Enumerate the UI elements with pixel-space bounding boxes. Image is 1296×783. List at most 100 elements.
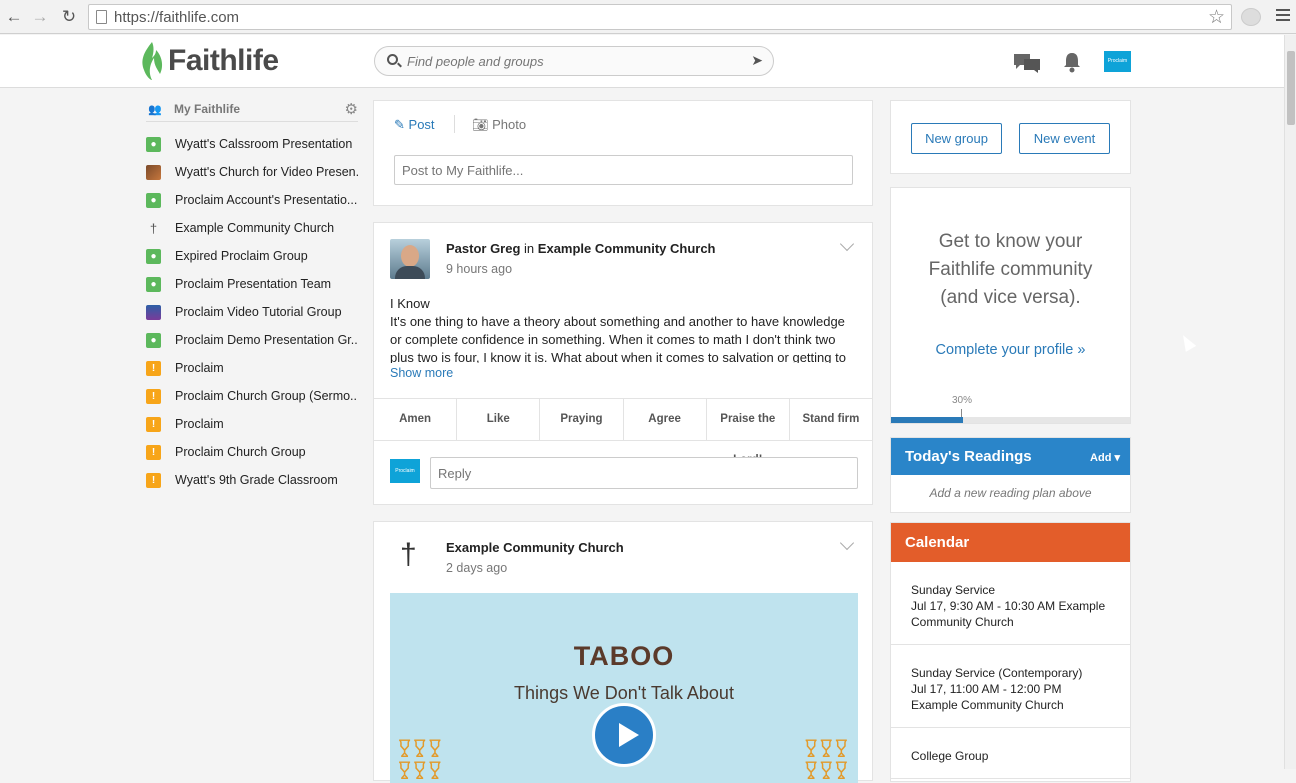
feed-post: † Example Community Church 2 days ago 𐃯𐃯… (373, 521, 873, 783)
sidebar-item[interactable]: ● Wyatt's Calssroom Presentation (146, 130, 358, 158)
group-icon: ● (146, 332, 161, 348)
sidebar-item[interactable]: ● Proclaim Presentation Team (146, 270, 358, 298)
people-icon: 👥 (148, 104, 162, 116)
extension-icon[interactable] (1241, 8, 1261, 26)
sidebar-item[interactable]: ● Proclaim Demo Presentation Gr... (146, 326, 358, 354)
new-group-button[interactable]: New group (911, 123, 1002, 154)
reaction-button[interactable]: Amen (374, 399, 458, 440)
group-link[interactable]: Example Community Church (538, 241, 716, 256)
profile-prompt-line: (and vice versa). (940, 287, 1081, 308)
proclaim-icon (146, 304, 161, 320)
video-player[interactable]: 𐃯𐃯𐃯 𐃯𐃯𐃯 𐃯𐃯𐃯 𐃯𐃯𐃯 TABOO Things We Don't Talk… (390, 593, 858, 783)
new-event-button[interactable]: New event (1019, 123, 1110, 154)
post-text: It's one thing to have a theory about so… (390, 314, 846, 363)
sidebar-item[interactable]: ! Proclaim Church Group (146, 438, 358, 466)
account-avatar[interactable]: Proclaim (1104, 51, 1131, 72)
author-link[interactable]: Pastor Greg (446, 241, 520, 256)
post-title: I Know (390, 296, 430, 311)
calendar-event[interactable]: Sunday Service (Contemporary) Jul 17, 11:… (891, 645, 1130, 728)
address-bar[interactable]: https://faithlife.com ☆ (88, 4, 1232, 30)
bookmark-star-icon[interactable]: ☆ (1208, 6, 1225, 29)
back-icon[interactable]: ← (4, 7, 24, 27)
gear-icon[interactable]: ⚙ (345, 100, 358, 118)
sidebar-item-label: Proclaim (175, 361, 224, 375)
reaction-button[interactable]: Praying (540, 399, 624, 440)
profile-prompt-line: Get to know your (938, 231, 1083, 252)
reply-input[interactable] (430, 457, 858, 489)
messages-icon[interactable] (1012, 52, 1042, 74)
warning-icon: ! (146, 472, 161, 488)
progress-fill (891, 417, 963, 423)
sidebar-item[interactable]: ! Proclaim (146, 354, 358, 382)
event-details: Jul 17, 11:00 AM - 12:00 PM Example Commu… (911, 681, 1110, 713)
search-box[interactable]: ➤ (374, 46, 774, 76)
calendar-card: Calendar Sunday Service Jul 17, 9:30 AM -… (890, 522, 1131, 782)
search-input[interactable] (407, 52, 737, 70)
video-subtitle: Things We Don't Talk About (514, 683, 734, 703)
event-time: Jul 17, 11:00 AM - 12:00 PM (911, 682, 1062, 696)
tab-photo[interactable]: 📷︎ Photo (472, 117, 526, 133)
browser-menu-icon[interactable] (1276, 9, 1290, 24)
play-button-icon[interactable] (592, 703, 656, 767)
calendar-event[interactable]: College Group (891, 728, 1130, 779)
sidebar-title[interactable]: My Faithlife (174, 102, 240, 116)
reload-icon[interactable]: ↻ (59, 7, 79, 27)
tab-post[interactable]: ✎ Post (394, 117, 435, 133)
sidebar: 👥 My Faithlife ⚙ ● Wyatt's Calssroom Pres… (146, 98, 358, 494)
calendar-event[interactable]: Sunday Service Jul 17, 9:30 AM - 10:30 AM… (891, 562, 1130, 645)
forward-icon[interactable]: → (30, 7, 50, 27)
add-reading-dropdown[interactable]: Add ▾ (1090, 451, 1120, 464)
logo-text: Faithlife (168, 44, 279, 77)
quick-actions: New group New event (890, 100, 1131, 174)
post-timestamp[interactable]: 2 days ago (446, 561, 507, 575)
profile-prompt: Get to know your Faithlife community (an… (891, 228, 1130, 312)
sidebar-item-label: Wyatt's Calssroom Presentation (175, 137, 353, 151)
flame-logo-icon (142, 42, 163, 80)
reaction-button[interactable]: Praise the Lord! (707, 399, 790, 466)
warning-icon: ! (146, 360, 161, 376)
cross-icon: † (149, 220, 158, 236)
author-link[interactable]: Example Community Church (446, 540, 624, 555)
cross-icon[interactable]: † (400, 540, 417, 570)
show-more-link[interactable]: Show more (390, 366, 453, 380)
sidebar-item-label: Example Community Church (175, 221, 335, 235)
chevron-down-icon[interactable] (839, 535, 855, 551)
post-input[interactable] (394, 155, 853, 185)
faithlife-logo[interactable]: Faithlife (140, 41, 279, 81)
sidebar-item[interactable]: ! Wyatt's 9th Grade Classroom (146, 466, 358, 494)
post-timestamp[interactable]: 9 hours ago (446, 262, 512, 276)
tab-divider (454, 115, 455, 133)
group-photo-icon (146, 164, 161, 180)
sidebar-item[interactable]: Proclaim Video Tutorial Group (146, 298, 358, 326)
sidebar-item[interactable]: Wyatt's Church for Video Presen... (146, 158, 358, 186)
sidebar-item[interactable]: † Example Community Church (146, 214, 358, 242)
video-title: TABOO (573, 641, 675, 671)
event-name: Sunday Service (Contemporary) (911, 666, 1083, 680)
sidebar-item[interactable]: ! Proclaim Church Group (Sermo... (146, 382, 358, 410)
camera-icon: 📷︎ (472, 117, 489, 132)
sidebar-item-label: Proclaim (175, 417, 224, 431)
author-avatar[interactable] (390, 239, 430, 279)
sidebar-item[interactable]: ! Proclaim (146, 410, 358, 438)
reaction-button[interactable]: Stand firm (790, 399, 872, 440)
profile-prompt-line: Faithlife community (928, 259, 1093, 280)
post-composer: ✎ Post 📷︎ Photo (373, 100, 873, 206)
notifications-bell-icon[interactable] (1062, 51, 1082, 73)
reaction-button[interactable]: Like (457, 399, 541, 440)
reaction-button[interactable]: Agree (624, 399, 707, 440)
scroll-thumb[interactable] (1287, 51, 1295, 125)
profile-completion-card: Get to know your Faithlife community (an… (890, 187, 1131, 424)
location-arrow-icon[interactable]: ➤ (751, 52, 763, 69)
event-location[interactable]: Example Community Church (911, 698, 1064, 712)
url-text[interactable]: https://faithlife.com (114, 9, 239, 26)
sidebar-item[interactable]: ● Expired Proclaim Group (146, 242, 358, 270)
page-scrollbar[interactable] (1284, 35, 1296, 769)
pencil-icon: ✎ (394, 117, 405, 132)
sidebar-item-label: Proclaim Demo Presentation Gr... (175, 333, 358, 347)
author-connector: in (524, 241, 535, 256)
sidebar-item[interactable]: ● Proclaim Account's Presentatio... (146, 186, 358, 214)
feed-post: Pastor Greg in Example Community Church … (373, 222, 873, 505)
browser-toolbar: ← → ↻ https://faithlife.com ☆ (0, 0, 1296, 34)
complete-profile-link[interactable]: Complete your profile » (891, 342, 1130, 358)
chevron-down-icon[interactable] (839, 236, 855, 252)
